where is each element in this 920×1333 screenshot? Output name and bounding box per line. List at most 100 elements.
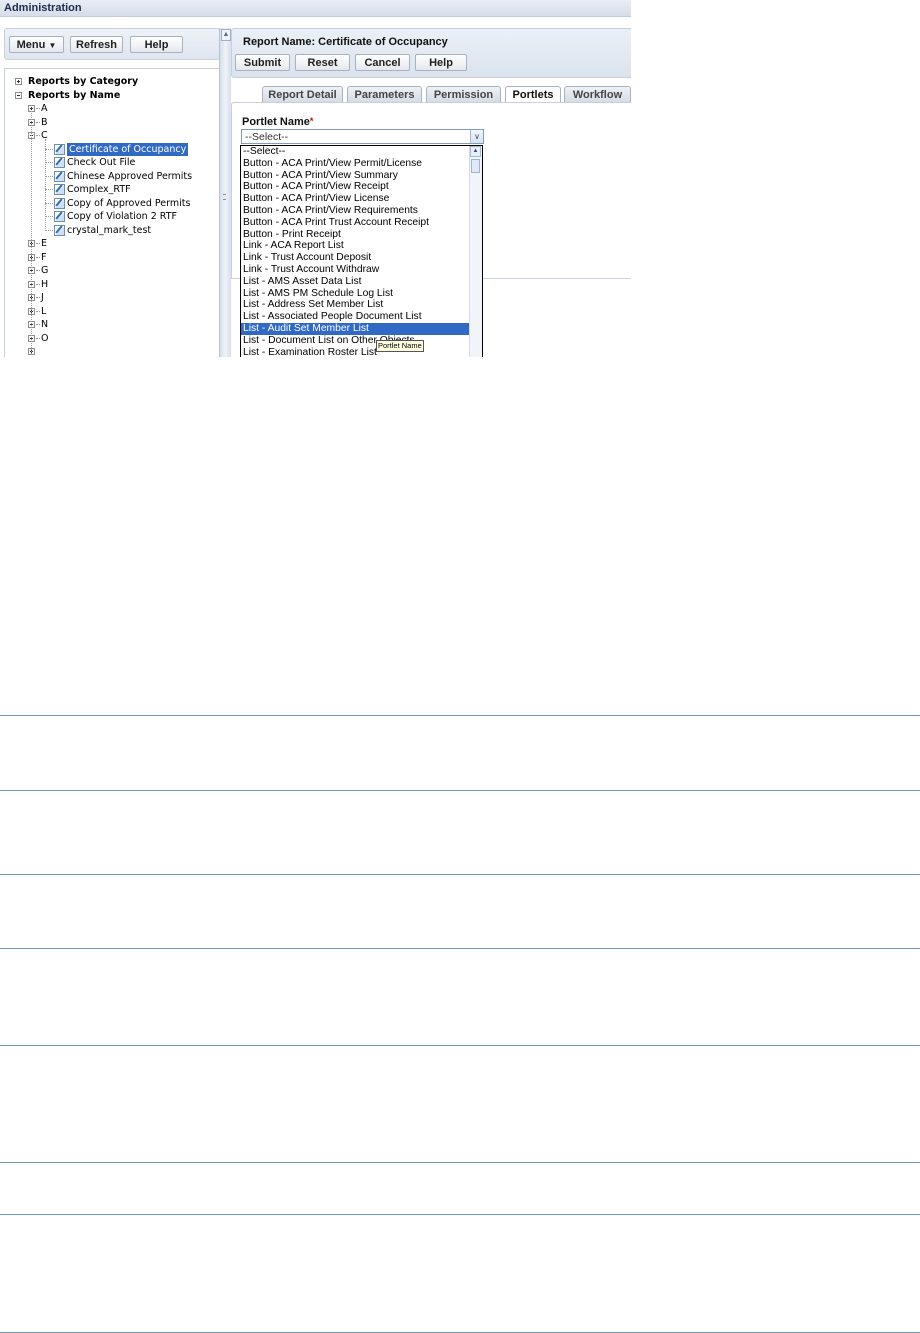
tree-node-label: A: [41, 103, 48, 114]
divider-line: [0, 1214, 920, 1215]
chevron-down-icon[interactable]: ∨: [470, 130, 483, 143]
dropdown-option[interactable]: List - AMS PM Schedule Log List: [241, 288, 471, 300]
tree-letter-node[interactable]: F: [5, 251, 215, 264]
dropdown-option[interactable]: --Select--: [241, 146, 471, 158]
tree-root-item[interactable]: Reports by Name: [5, 89, 215, 102]
window-title: Administration: [4, 2, 82, 14]
divider-line: [0, 1162, 920, 1163]
tree-connector: [45, 216, 53, 217]
tree-node-label: Copy of Violation 2 RTF: [67, 211, 177, 222]
report-title: Report Name: Certificate of Occupancy: [243, 36, 448, 48]
tree-letter-node[interactable]: C: [5, 129, 215, 142]
tree-letter-node[interactable]: L: [5, 305, 215, 318]
dropdown-option[interactable]: Button - ACA Print/View Receipt: [241, 181, 471, 193]
tree-connector: [36, 283, 40, 285]
panel-splitter[interactable]: ▲: [219, 28, 231, 357]
tree-connector: [45, 138, 46, 231]
tree-letter-node[interactable]: H: [5, 278, 215, 291]
tree-node-label: Check Out File: [67, 157, 136, 168]
scrollbar-thumb[interactable]: [471, 159, 480, 173]
dropdown-option[interactable]: Button - ACA Print/View License: [241, 193, 471, 205]
refresh-button[interactable]: Refresh: [70, 36, 123, 53]
dropdown-option[interactable]: Link - Trust Account Withdraw: [241, 264, 471, 276]
tab-parameters[interactable]: Parameters: [347, 86, 422, 102]
dropdown-option[interactable]: Button - ACA Print Trust Account Receipt: [241, 217, 471, 229]
tree-connector: [45, 229, 53, 231]
tree-letter-node[interactable]: G: [5, 264, 215, 277]
menu-button[interactable]: Menu ▼: [9, 36, 64, 53]
tree-connector: [36, 310, 40, 312]
tab-permission[interactable]: Permission: [426, 86, 501, 102]
portlet-name-select[interactable]: --Select-- ∨: [241, 129, 484, 144]
tree-node-label: F: [41, 251, 47, 263]
tree-letter-node[interactable]: B: [5, 116, 215, 129]
tree-node-label: Copy of Approved Permits: [67, 197, 191, 209]
tree-node-label: E: [41, 238, 48, 249]
tree-letter-node[interactable]: E: [5, 237, 215, 250]
tree-connector: [36, 256, 40, 258]
tree-report-item[interactable]: crystal_mark_test: [5, 224, 215, 237]
tree-node-label: Reports by Category: [28, 76, 139, 87]
tree-letter-node[interactable]: N: [5, 318, 215, 331]
report-help-button[interactable]: Help: [415, 54, 467, 71]
dropdown-option[interactable]: Button - Print Receipt: [241, 229, 471, 241]
tree-connector: [45, 202, 53, 204]
collapse-icon[interactable]: [15, 91, 22, 99]
dropdown-option[interactable]: Button - ACA Print/View Summary: [241, 170, 471, 182]
tab-workflow[interactable]: Workflow: [564, 86, 631, 102]
tree-node-label: Certificate of Occupancy: [67, 142, 189, 156]
report-document-icon: [54, 184, 65, 195]
help-button[interactable]: Help: [130, 36, 183, 53]
dropdown-option[interactable]: List - Audit Set Member List: [241, 323, 471, 335]
title-bar: Administration: [0, 0, 631, 17]
tree-connector: [36, 270, 40, 271]
cancel-button[interactable]: Cancel: [355, 54, 410, 71]
tree-letter-node[interactable]: O: [5, 332, 215, 345]
submit-button[interactable]: Submit: [235, 54, 290, 71]
dropdown-scrollbar[interactable]: ▲: [469, 146, 482, 357]
tree-connector: [36, 324, 40, 325]
tree-report-item[interactable]: Copy of Approved Permits: [5, 197, 215, 210]
tree-node-label: H: [41, 278, 49, 290]
tree-report-item[interactable]: Complex_RTF: [5, 183, 215, 196]
tree-report-item[interactable]: Check Out File: [5, 156, 215, 169]
scroll-up-icon[interactable]: ▲: [470, 146, 481, 157]
expand-icon[interactable]: [15, 78, 22, 85]
divider-line: [0, 790, 920, 791]
tree-report-item[interactable]: Copy of Violation 2 RTF: [5, 210, 215, 223]
tree-node-label: N: [41, 319, 49, 330]
left-panel: Menu ▼ Refresh Help Reports by Category R…: [0, 28, 226, 357]
tree-report-item[interactable]: Chinese Approved Permits: [5, 170, 215, 183]
tree-connector: [45, 162, 53, 163]
dropdown-option[interactable]: Link - Trust Account Deposit: [241, 252, 471, 264]
dropdown-option[interactable]: List - Associated People Document List: [241, 311, 471, 323]
dropdown-option[interactable]: Button - ACA Print/View Permit/License: [241, 158, 471, 170]
tab-report-detail[interactable]: Report Detail: [262, 86, 343, 102]
tree-node-label: O: [41, 332, 49, 344]
application-window: Administration Menu ▼ Refresh Help Repor…: [0, 0, 631, 357]
tree-letter-node-partial[interactable]: [5, 345, 215, 357]
tree-node-label: G: [41, 265, 49, 276]
tree-connector: [45, 148, 53, 150]
dropdown-option[interactable]: List - Document List on Other Objects: [241, 335, 471, 347]
tooltip: Portlet Name: [376, 340, 424, 352]
tree-connector: [36, 337, 40, 339]
tree-connector: [36, 135, 40, 136]
dropdown-option[interactable]: List - Examination Roster List: [241, 347, 471, 357]
dropdown-option[interactable]: List - AMS Asset Data List: [241, 276, 471, 288]
reset-button[interactable]: Reset: [295, 54, 350, 71]
collapse-left-icon[interactable]: ▲: [221, 29, 231, 41]
tree-root-item[interactable]: Reports by Category: [5, 75, 215, 88]
tree-connector: [36, 108, 40, 109]
tree-node-label: L: [41, 305, 47, 317]
divider-line: [0, 948, 920, 949]
tree-connector: [36, 243, 40, 244]
tree-report-item[interactable]: Certificate of Occupancy: [5, 142, 215, 156]
portlet-name-label: Portlet Name*: [242, 116, 313, 128]
dropdown-option[interactable]: List - Address Set Member List: [241, 299, 471, 311]
tab-portlets[interactable]: Portlets: [505, 86, 561, 103]
tree-letter-node[interactable]: A: [5, 102, 215, 115]
dropdown-option[interactable]: Button - ACA Print/View Requirements: [241, 205, 471, 217]
tree-letter-node[interactable]: J: [5, 291, 215, 304]
dropdown-option[interactable]: Link - ACA Report List: [241, 240, 471, 252]
